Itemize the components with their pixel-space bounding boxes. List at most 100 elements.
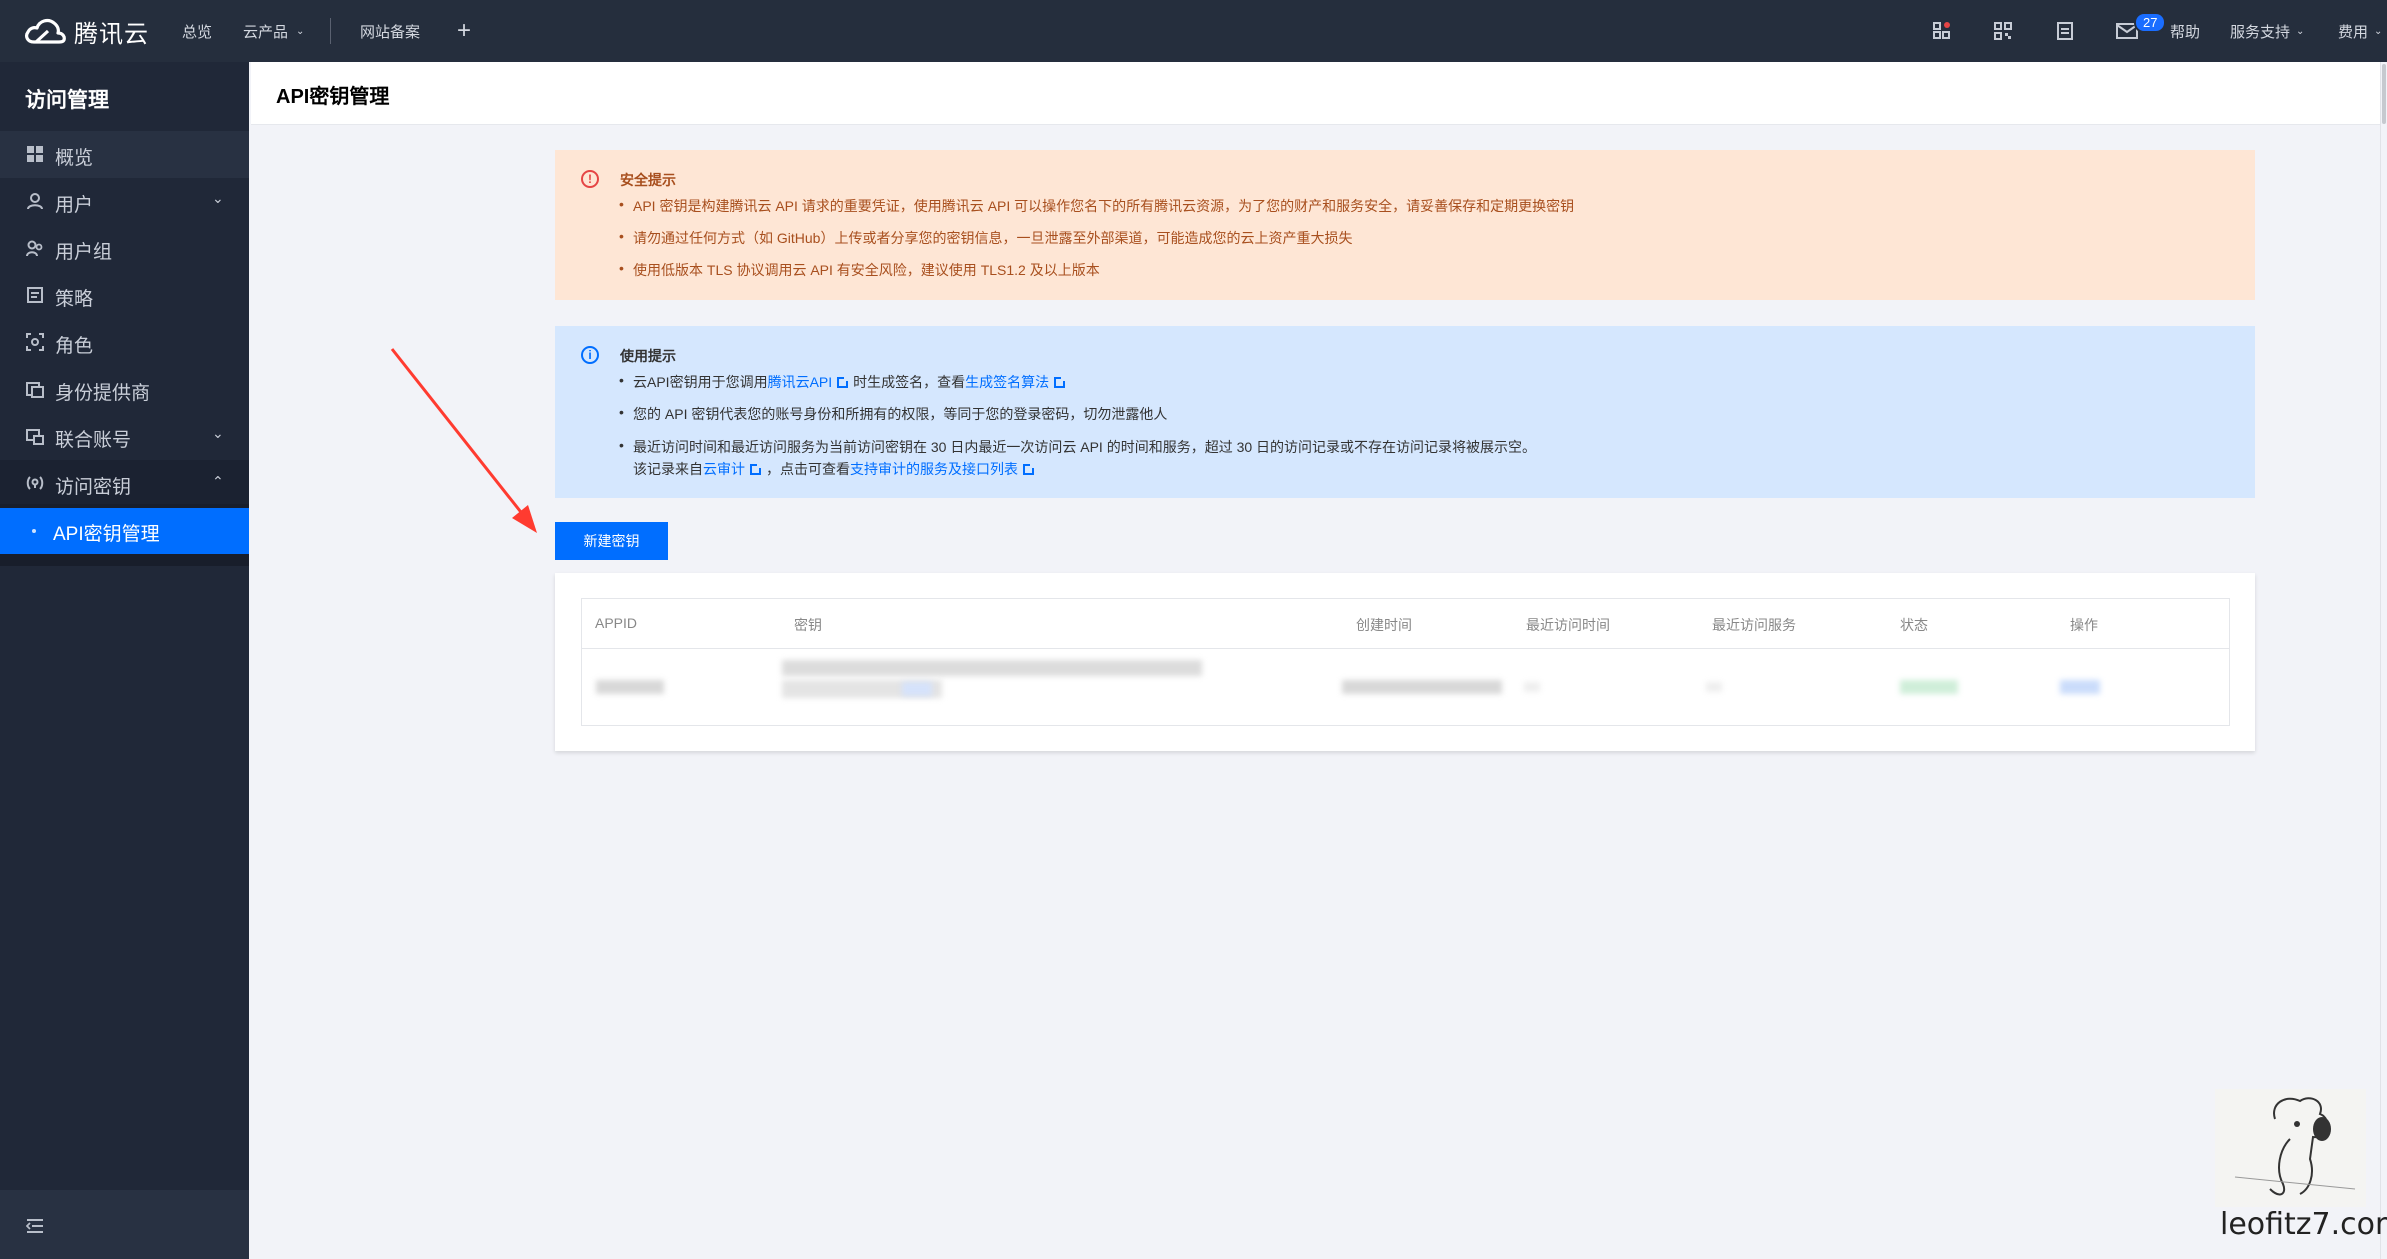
sidebar-item-overview[interactable]: 概览 — [0, 131, 249, 178]
user-icon — [27, 193, 43, 210]
tencent-cloud-logo[interactable]: 腾讯云 — [24, 14, 149, 48]
alert-line: 请勿通过任何方式（如 GitHub）上传或者分享您的密钥信息，一旦泄露至外部渠道… — [619, 228, 1352, 248]
brand-name: 腾讯云 — [74, 20, 149, 48]
sidebar-item-policies[interactable]: 策略 — [0, 272, 249, 319]
sidebar-title: 访问管理 — [25, 89, 109, 112]
nav-site-filing[interactable]: 网站备案 — [360, 0, 420, 62]
chevron-down-icon: ⌄ — [212, 425, 224, 441]
document-icon[interactable] — [2056, 0, 2074, 62]
chevron-down-icon: ⌄ — [2296, 25, 2305, 37]
alert-line: 您的 API 密钥代表您的账号身份和所拥有的权限，等同于您的登录密码，切勿泄露他… — [619, 404, 1167, 424]
top-navigation-bar: 腾讯云 总览 云产品 ⌄ 网站备案 + 27 帮助 服务支持 ⌄ 费用 ⌄ — [0, 0, 2387, 62]
redacted-created-time — [1342, 680, 1502, 694]
scrollbar-thumb[interactable] — [2382, 64, 2386, 124]
keys-table-card: APPID 密钥 创建时间 最近访问时间 最近访问服务 状态 操作 — [555, 573, 2255, 751]
cloud-logo-icon — [25, 18, 66, 44]
sidebar-item-label: 用户组 — [55, 242, 113, 263]
support-menu[interactable]: 服务支持 ⌄ — [2230, 0, 2304, 62]
chevron-down-icon: ⌄ — [212, 190, 224, 206]
sidebar-item-user-groups[interactable]: 用户组 — [0, 225, 249, 272]
qrcode-icon[interactable] — [1993, 0, 2013, 62]
redacted-secret-id — [782, 660, 1202, 676]
billing-menu[interactable]: 费用 ⌄ — [2338, 0, 2382, 62]
last-access-time-cell — [1524, 682, 1540, 692]
sidebar-item-label: 概览 — [55, 148, 94, 169]
last-access-service-cell — [1706, 682, 1722, 692]
grid-icon — [27, 146, 43, 162]
add-shortcut-button[interactable]: + — [457, 0, 471, 62]
info-icon: i — [581, 346, 599, 364]
sidebar-item-access-keys[interactable]: 访问密钥 ⌄ — [0, 460, 249, 507]
alert-line: 该记录来自云审计 ，点击可查看支持审计的服务及接口列表 — [620, 459, 1039, 479]
sidebar-item-label: 身份提供商 — [55, 383, 151, 404]
show-key-link[interactable] — [902, 682, 932, 696]
alert-title: 使用提示 — [620, 348, 676, 364]
chevron-down-icon: ⌄ — [296, 25, 305, 37]
external-link-icon[interactable] — [837, 376, 850, 388]
column-header-appid: APPID — [595, 615, 638, 631]
mail-icon[interactable] — [2116, 0, 2138, 62]
sidebar-item-roles[interactable]: 角色 — [0, 319, 249, 366]
nav-divider — [330, 18, 331, 44]
external-link-icon[interactable] — [1054, 376, 1067, 388]
signature-algorithm-link[interactable]: 生成签名算法 — [965, 374, 1049, 390]
policy-icon — [27, 287, 43, 303]
column-header-actions: 操作 — [2070, 617, 2098, 633]
watermark-text: leofitz7.com — [2220, 1207, 2387, 1242]
collapse-menu-icon — [26, 1219, 43, 1233]
sidebar-item-users[interactable]: 用户 ⌄ — [0, 178, 249, 225]
sidebar-item-label: 联合账号 — [55, 430, 132, 451]
role-icon — [26, 333, 44, 351]
audit-services-link[interactable]: 支持审计的服务及接口列表 — [850, 461, 1018, 477]
user-group-icon — [26, 240, 43, 257]
cloud-audit-link[interactable]: 云审计 — [703, 461, 745, 477]
column-header-last-access-service: 最近访问服务 — [1712, 617, 1796, 633]
federated-account-icon — [26, 429, 44, 445]
alert-line: 最近访问时间和最近访问服务为当前访问密钥在 30 日内最近一次访问云 API 的… — [619, 437, 1536, 457]
tencent-cloud-api-link[interactable]: 腾讯云API — [768, 374, 833, 390]
column-header-created: 创建时间 — [1356, 617, 1412, 633]
column-header-status: 状态 — [1900, 617, 1928, 633]
usage-tips-alert: i 使用提示 云API密钥用于您调用腾讯云API时生成签名，查看生成签名算法 您… — [555, 326, 2255, 498]
alert-line: 使用低版本 TLS 协议调用云 API 有安全风险，建议使用 TLS1.2 及以… — [619, 260, 1100, 280]
chevron-down-icon: ⌄ — [2374, 25, 2383, 37]
page-title: API密钥管理 — [276, 86, 390, 108]
sidebar-item-label: 访问密钥 — [55, 477, 132, 498]
column-header-key: 密钥 — [794, 617, 822, 633]
warning-icon: ! — [581, 170, 599, 188]
table-header: APPID 密钥 创建时间 最近访问时间 最近访问服务 状态 操作 — [582, 599, 2229, 649]
create-key-button[interactable]: 新建密钥 — [555, 522, 668, 560]
nav-products[interactable]: 云产品 ⌄ — [243, 0, 304, 62]
sidebar-item-label: 策略 — [55, 289, 94, 310]
scrollbar[interactable] — [2380, 62, 2387, 1259]
sidebar-item-label: 用户 — [55, 195, 94, 216]
support-label: 服务支持 — [2230, 23, 2291, 41]
alert-line: API 密钥是构建腾讯云 API 请求的重要凭证，使用腾讯云 API 可以操作您… — [619, 196, 1574, 216]
external-link-icon[interactable] — [1023, 463, 1035, 475]
dog-sketch-logo — [2215, 1089, 2366, 1207]
apps-icon[interactable] — [1932, 0, 1952, 62]
sidebar-collapse-bar[interactable] — [0, 1190, 249, 1259]
active-dot — [32, 529, 36, 533]
site-watermark: leofitz7.com — [2215, 1089, 2387, 1249]
nav-overview[interactable]: 总览 — [182, 0, 212, 62]
access-key-icon — [26, 476, 44, 490]
status-badge — [1900, 680, 1958, 694]
page-header: API密钥管理 — [251, 62, 2387, 125]
chevron-up-icon: ⌄ — [212, 473, 224, 489]
redacted-appid — [596, 680, 664, 694]
column-header-last-access-time: 最近访问时间 — [1526, 617, 1610, 633]
table-row — [582, 648, 2229, 726]
nav-products-label: 云产品 — [243, 23, 289, 41]
security-tips-alert: ! 安全提示 API 密钥是构建腾讯云 API 请求的重要凭证，使用腾讯云 AP… — [555, 150, 2255, 300]
alert-line: 云API密钥用于您调用腾讯云API时生成签名，查看生成签名算法 — [619, 372, 1070, 392]
help-link[interactable]: 帮助 — [2170, 0, 2200, 62]
sidebar-item-label: 角色 — [55, 336, 94, 357]
billing-label: 费用 — [2338, 23, 2369, 41]
external-link-icon[interactable] — [750, 463, 762, 475]
sidebar-item-federated-accounts[interactable]: 联合账号 ⌄ — [0, 413, 249, 460]
sidebar-subitem-api-key-management[interactable]: API密钥管理 — [0, 508, 249, 554]
sidebar-item-identity-providers[interactable]: 身份提供商 — [0, 366, 249, 413]
alert-title: 安全提示 — [620, 172, 676, 188]
action-link[interactable] — [2060, 680, 2100, 694]
